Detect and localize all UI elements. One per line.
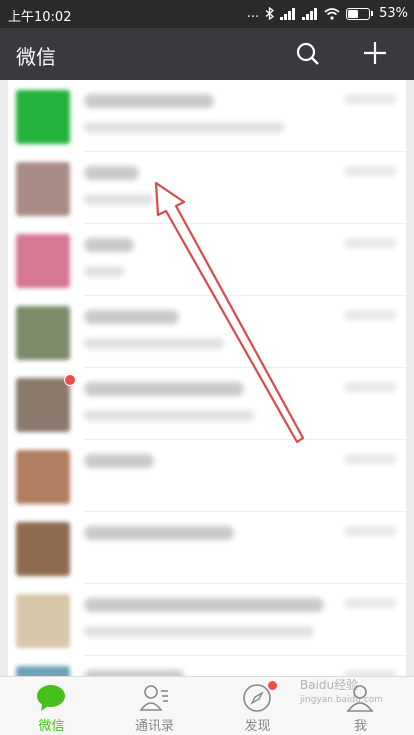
status-icons: ... 53% xyxy=(247,6,408,21)
chat-time xyxy=(344,598,396,608)
app-header: 微信 xyxy=(0,28,414,80)
battery-nub xyxy=(371,11,374,16)
tab-label: 发现 xyxy=(244,719,271,734)
chat-time xyxy=(344,238,396,248)
chat-row[interactable] xyxy=(8,440,406,512)
battery-icon xyxy=(346,7,371,20)
avatar xyxy=(16,162,70,216)
chat-name xyxy=(84,310,179,324)
avatar xyxy=(16,378,70,432)
bluetooth-icon xyxy=(265,7,275,20)
chat-preview xyxy=(84,194,154,205)
page-title: 微信 xyxy=(16,45,56,69)
tab-label: 我 xyxy=(353,719,367,734)
watermark-text: Baidu经验 xyxy=(300,678,359,692)
status-bar: 上午10:02 ... 53% xyxy=(0,0,414,28)
chat-row[interactable] xyxy=(8,512,406,584)
chat-time xyxy=(344,526,396,536)
chat-preview xyxy=(84,626,314,637)
chat-time xyxy=(344,94,396,104)
tab-label: 通讯录 xyxy=(134,719,174,734)
unread-badge xyxy=(64,374,76,386)
notification-dots: ... xyxy=(246,6,260,21)
chat-row[interactable] xyxy=(8,656,406,676)
chat-name xyxy=(84,238,134,252)
chat-preview xyxy=(84,122,284,133)
chat-row[interactable] xyxy=(8,224,406,296)
chat-time xyxy=(344,454,396,464)
chat-row[interactable] xyxy=(8,368,406,440)
avatar xyxy=(16,90,70,144)
chat-name xyxy=(84,598,324,612)
wifi-icon xyxy=(324,7,340,20)
chat-name xyxy=(84,454,154,468)
watermark-url: jingyan.baidu.com xyxy=(300,695,384,705)
avatar xyxy=(16,450,70,504)
battery-percent: 53% xyxy=(379,6,408,21)
chat-name xyxy=(84,526,234,540)
add-icon[interactable] xyxy=(362,40,388,66)
search-icon[interactable] xyxy=(296,42,320,66)
status-time: 上午10:02 xyxy=(8,10,72,25)
chat-bubble-icon xyxy=(37,685,65,711)
tab-label: 微信 xyxy=(38,719,65,734)
chat-list xyxy=(8,80,406,676)
avatar xyxy=(16,594,70,648)
chat-time xyxy=(344,382,396,392)
signal-icon xyxy=(280,7,296,20)
signal-icon-2 xyxy=(302,7,318,20)
avatar xyxy=(16,666,70,676)
watermark: Baidu经验 jingyan.baidu.com xyxy=(300,676,383,705)
chat-name xyxy=(84,166,139,180)
tab-chats[interactable]: 微信 xyxy=(0,677,103,735)
tab-discover[interactable]: 发现 xyxy=(206,677,309,735)
chat-row[interactable] xyxy=(8,584,406,656)
chat-row[interactable] xyxy=(8,152,406,224)
chat-row[interactable] xyxy=(8,296,406,368)
chat-time xyxy=(344,166,396,176)
tab-contacts[interactable]: 通讯录 xyxy=(103,677,206,735)
chat-preview xyxy=(84,338,224,349)
chat-time xyxy=(344,310,396,320)
chat-name xyxy=(84,94,214,108)
chat-preview xyxy=(84,410,254,421)
avatar xyxy=(16,306,70,360)
chat-preview xyxy=(84,266,124,277)
avatar xyxy=(16,522,70,576)
contacts-icon xyxy=(139,685,168,711)
avatar xyxy=(16,234,70,288)
notification-badge xyxy=(268,681,277,690)
chat-row[interactable] xyxy=(8,80,406,152)
chat-name xyxy=(84,382,244,396)
